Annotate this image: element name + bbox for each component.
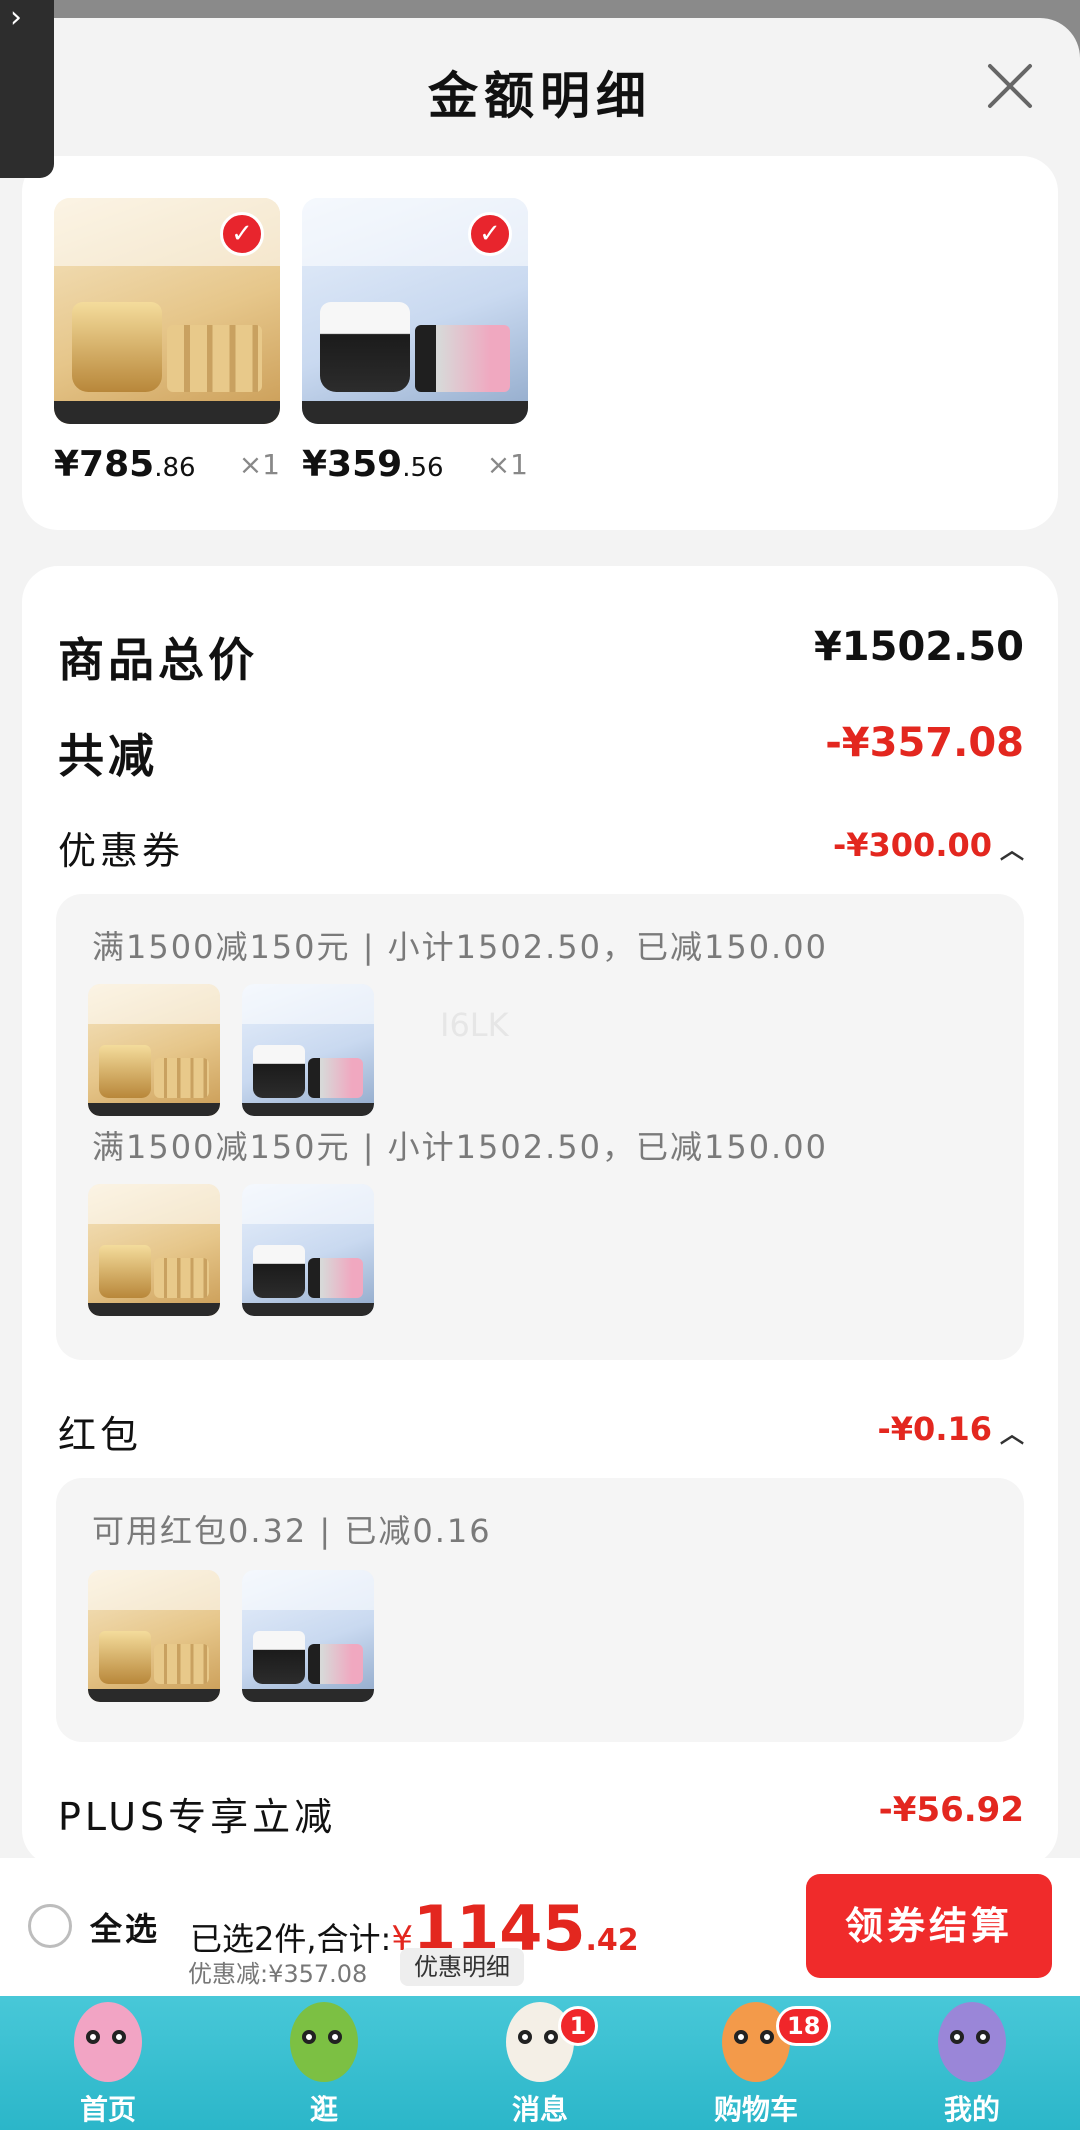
purple-bird-icon <box>938 2002 1006 2082</box>
coupon-row[interactable]: 优惠券 -¥300.00 ︿ <box>58 820 1024 873</box>
tab-profile[interactable]: 我的 <box>902 1996 1042 2130</box>
product-price: ¥785.86 <box>54 444 196 485</box>
tab-home[interactable]: 首页 <box>38 1996 178 2130</box>
green-bird-icon <box>290 2002 358 2082</box>
coupon-value: -¥300.00 ︿ <box>832 826 1024 864</box>
red-packet-label: 红包 <box>58 1413 143 1457</box>
watermark: I6LK <box>440 1006 509 1044</box>
message-badge: 1 <box>558 2006 598 2046</box>
total-reduction-value: -¥357.08 <box>825 720 1024 766</box>
red-packet-row[interactable]: 红包 -¥0.16 ︿ <box>58 1404 1025 1457</box>
amount-detail-sheet: 金额明细 ✓ ¥785.86 ×1 ✓ ¥359.56 ×1 商品总价 ¥150… <box>0 18 1080 1860</box>
red-packet-details-box: 可用红包0.32 | 已减0.16 <box>56 1478 1024 1742</box>
product-thumbnail <box>88 1184 220 1316</box>
product-thumbnail <box>88 1570 220 1702</box>
checkmark-icon: ✓ <box>220 212 264 256</box>
coupon-rule-text: 满1500减150元 | 小计1502.50，已减150.00 <box>92 1128 828 1166</box>
product-thumbnail <box>242 1570 374 1702</box>
total-price-row: 商品总价 ¥1502.50 <box>58 624 1024 687</box>
close-icon <box>988 64 1032 108</box>
total-price-value: ¥1502.50 <box>813 624 1024 670</box>
coupon-label: 优惠券 <box>58 829 185 873</box>
coupon-rule-text: 满1500减150元 | 小计1502.50，已减150.00 <box>92 928 828 966</box>
tab-messages[interactable]: 1 消息 <box>470 1996 610 2130</box>
plus-discount-row: PLUS专享立减 -¥56.92 <box>58 1786 1024 1839</box>
chevron-up-icon: ︿ <box>1000 835 1024 864</box>
discount-detail-button[interactable]: 优惠明细 <box>400 1948 524 1986</box>
product-quantity: ×1 <box>238 448 280 481</box>
checkmark-icon: ✓ <box>468 212 512 256</box>
select-all-label[interactable]: 全选 <box>90 1904 160 1950</box>
product-price: ¥359.56 <box>302 444 444 485</box>
selected-products-card: ✓ ¥785.86 ×1 ✓ ¥359.56 ×1 <box>22 156 1058 530</box>
plus-discount-value: -¥56.92 <box>878 1790 1024 1830</box>
total-reduction-label: 共减 <box>58 729 158 783</box>
tab-cart[interactable]: 18 购物车 <box>686 1996 832 2130</box>
product-thumbnail <box>242 1184 374 1316</box>
product-image: ✓ <box>54 198 280 424</box>
product-item[interactable]: ✓ ¥359.56 ×1 <box>302 198 528 485</box>
product-thumbnail <box>88 984 220 1116</box>
chevron-up-icon: ︿ <box>1000 1419 1024 1448</box>
product-quantity: ×1 <box>486 448 528 481</box>
bottom-tab-bar: 首页 逛 1 消息 18 购物车 我的 <box>0 1996 1080 2130</box>
product-image: ✓ <box>302 198 528 424</box>
total-reduction-row: 共减 -¥357.08 <box>58 720 1024 783</box>
back-tab[interactable]: › <box>0 0 54 178</box>
product-thumbnail <box>242 984 374 1116</box>
total-price-label: 商品总价 <box>58 633 258 687</box>
chevron-right-icon: › <box>10 0 22 35</box>
checkout-button[interactable]: 领券结算 <box>806 1874 1052 1978</box>
coupon-details-box: 满1500减150元 | 小计1502.50，已减150.00 满1500减15… <box>56 894 1024 1360</box>
discount-summary: 优惠减:¥357.08 <box>188 1960 368 1988</box>
sheet-title: 金额明细 <box>428 67 652 125</box>
close-button[interactable] <box>982 58 1038 114</box>
cart-badge: 18 <box>776 2006 832 2046</box>
checkout-bar: 全选 已选2件,合计:¥1145.42 优惠减:¥357.08 优惠明细 领券结… <box>0 1858 1080 1996</box>
pink-bird-icon <box>74 2002 142 2082</box>
price-breakdown-card: 商品总价 ¥1502.50 共减 -¥357.08 优惠券 -¥300.00 ︿ … <box>22 566 1058 1860</box>
tab-browse[interactable]: 逛 <box>254 1996 394 2130</box>
red-packet-rule-text: 可用红包0.32 | 已减0.16 <box>92 1512 492 1550</box>
red-packet-value: -¥0.16 ︿ <box>877 1410 1025 1448</box>
select-all-radio[interactable] <box>28 1904 72 1948</box>
plus-discount-label: PLUS专享立减 <box>58 1795 337 1839</box>
product-item[interactable]: ✓ ¥785.86 ×1 <box>54 198 280 485</box>
